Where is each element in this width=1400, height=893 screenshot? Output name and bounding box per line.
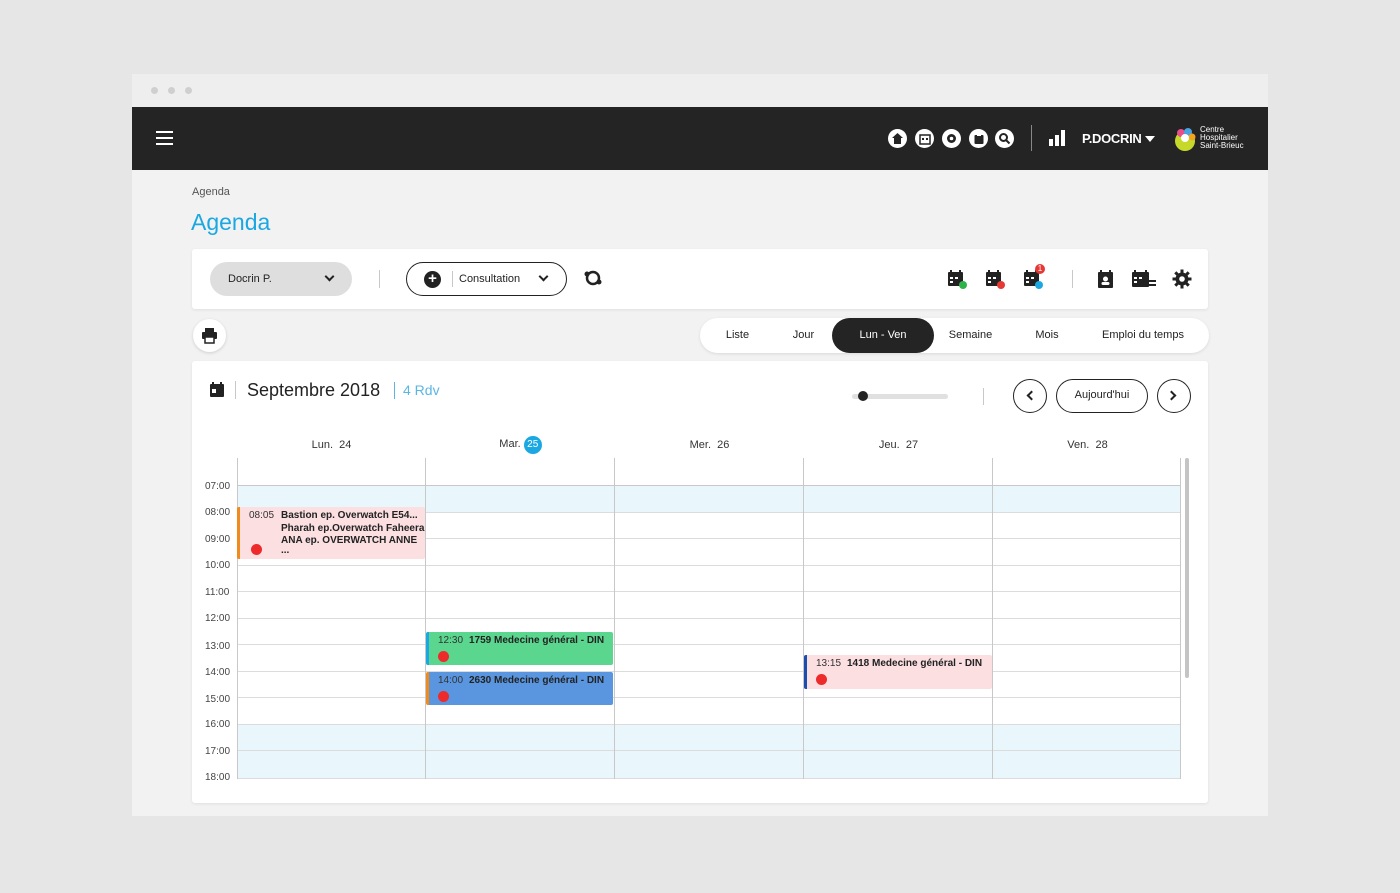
sync-icon[interactable] [584, 269, 602, 287]
appointment-event[interactable]: 14:00 2630 Medecine général - DIN [426, 672, 613, 705]
hour-label: 15:00 [205, 694, 231, 705]
appointment-event[interactable]: 08:05 Bastion ep. Overwatch E54... Phara… [237, 507, 425, 559]
day-header[interactable]: Mer. 26 [615, 439, 804, 451]
status-dot [816, 674, 827, 685]
patient-calendar-icon[interactable] [1097, 269, 1115, 289]
hour-label: 17:00 [205, 746, 231, 757]
tab-semaine[interactable]: Semaine [934, 318, 1007, 353]
caret-down-icon[interactable] [1145, 136, 1155, 142]
hour-label: 14:00 [205, 667, 231, 678]
day-header[interactable]: Lun. 24 [237, 439, 426, 451]
previous-week-button[interactable] [1013, 379, 1047, 413]
status-dot [438, 691, 449, 702]
agenda-toolbar: Docrin P. + Consultation 1 [192, 249, 1208, 309]
tab-jour[interactable]: Jour [775, 318, 832, 353]
menu-icon[interactable] [156, 131, 174, 145]
window-dot[interactable] [168, 87, 175, 94]
doctor-select[interactable]: Docrin P. [210, 262, 352, 296]
tab-liste[interactable]: Liste [700, 318, 775, 353]
calendar-panel: Septembre 2018 4 Rdv Aujourd'hui Lun. 24… [192, 361, 1208, 803]
home-icon[interactable] [888, 129, 907, 148]
hour-label: 07:00 [205, 481, 231, 492]
hour-label: 18:00 [205, 772, 231, 783]
window-dot[interactable] [185, 87, 192, 94]
breadcrumb[interactable]: Agenda [192, 186, 230, 198]
hour-label: 13:00 [205, 641, 231, 652]
off-hours-band [237, 724, 1181, 779]
print-button[interactable] [193, 319, 226, 352]
calendar-grid-icon[interactable] [915, 129, 934, 148]
today-badge: 25 [523, 436, 542, 454]
window-dot[interactable] [151, 87, 158, 94]
hour-label: 08:00 [205, 507, 231, 518]
hour-label: 12:00 [205, 613, 231, 624]
consultation-select-value: Consultation [459, 273, 521, 285]
panel-divider [235, 381, 236, 399]
topbar-divider [1031, 125, 1032, 151]
toolbar-divider [1072, 270, 1073, 288]
hospital-logo [1175, 128, 1196, 151]
window-chrome [132, 74, 1268, 107]
status-dot [251, 544, 262, 555]
day-header[interactable]: Ven. 28 [993, 439, 1182, 451]
status-dot [438, 651, 449, 662]
calendar-cancelled-icon[interactable] [984, 268, 1006, 290]
calendar-scrollbar[interactable] [1185, 458, 1189, 678]
appointment-event[interactable]: 12:30 1759 Medecine général - DIN [426, 632, 613, 665]
hospital-logo-text: Centre Hospitalier Saint-Brieuc [1200, 125, 1244, 150]
rdv-divider [394, 382, 395, 399]
chevron-left-icon [1026, 390, 1037, 401]
chevron-right-icon [1166, 390, 1177, 401]
add-icon[interactable]: + [424, 271, 441, 288]
view-tabs: Liste Jour Lun - Ven Semaine Mois Emploi… [700, 318, 1209, 353]
notification-badge: 1 [1037, 264, 1043, 273]
search-icon[interactable] [995, 129, 1014, 148]
settings-icon[interactable] [942, 129, 961, 148]
day-header-today[interactable]: Mar. 25 [426, 436, 615, 454]
tab-lun-ven[interactable]: Lun - Ven [832, 318, 934, 353]
today-button[interactable]: Aujourd'hui [1056, 379, 1148, 413]
day-header[interactable]: Jeu. 27 [804, 439, 993, 451]
zoom-slider-handle[interactable] [858, 391, 868, 401]
stats-icon[interactable] [1049, 130, 1066, 146]
next-week-button[interactable] [1157, 379, 1191, 413]
top-navbar: P.DOCRIN Centre Hospitalier Saint-Brieuc [132, 107, 1268, 170]
calendar-list-icon[interactable] [1131, 269, 1157, 289]
hour-label: 10:00 [205, 560, 231, 571]
calendar-confirmed-icon[interactable] [946, 268, 968, 290]
clipboard-icon[interactable] [969, 129, 988, 148]
toolbar-divider [379, 270, 380, 288]
chevron-down-icon [538, 271, 549, 282]
chevron-down-icon [324, 271, 335, 282]
calendar-icon [210, 382, 224, 397]
tab-emploi-du-temps[interactable]: Emploi du temps [1087, 318, 1199, 353]
print-icon [202, 328, 217, 344]
hour-label: 11:00 [205, 587, 230, 598]
user-menu[interactable]: P.DOCRIN [1082, 131, 1142, 146]
current-month: Septembre 2018 [247, 380, 381, 400]
gear-icon[interactable] [1172, 269, 1192, 289]
page-title: Agenda [191, 209, 271, 235]
doctor-select-value: Docrin P. [228, 273, 272, 285]
appointment-count: 4 Rdv [403, 382, 440, 398]
browser-window: P.DOCRIN Centre Hospitalier Saint-Brieuc… [132, 74, 1268, 816]
appointment-event[interactable]: 13:15 1418 Medecine général - DIN [804, 655, 992, 689]
panel-divider [983, 388, 984, 405]
hour-label: 16:00 [205, 719, 231, 730]
hour-label: 09:00 [205, 534, 231, 545]
consultation-select[interactable]: + Consultation [406, 262, 567, 296]
tab-mois[interactable]: Mois [1007, 318, 1087, 353]
